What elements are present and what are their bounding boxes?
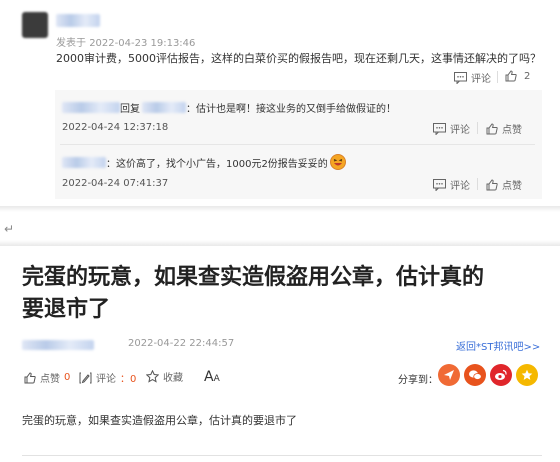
article-bottom-divider [22,455,542,456]
thumbs-up-icon [486,178,498,190]
action-divider [477,122,478,134]
comment-icon [454,71,467,84]
comment-icon [433,122,446,135]
reply-1-username[interactable] [62,102,120,113]
reply-2-like-label: 点赞 [502,181,522,192]
comment-username[interactable] [56,14,100,27]
reply-2-like-button[interactable]: 点赞 [486,177,522,192]
weibo-icon[interactable] [490,364,512,386]
section-divider [0,240,560,246]
article-title: 完蛋的玩意，如果查实造假盗用公章，估计真的 要退市了 [22,262,484,326]
zhuanfa-icon[interactable] [438,364,460,386]
reply-2-comment-button[interactable]: 评论 [433,177,470,192]
thumbs-up-icon [505,70,517,82]
reply-1-time: 2022-04-24 12:37:18 [62,122,169,133]
thumbs-up-icon [486,122,498,134]
comment-avatar[interactable] [22,12,48,38]
posted-label: 发表于 [56,38,86,49]
article-title-line-1: 完蛋的玩意，如果查实造假盗用公章，估计真的 [22,265,485,290]
reply-1-text-line: 回复 ：估计也是啊！接这业务的又倒手给做假证的！ [62,100,396,115]
article-like-button[interactable]: 点赞 0 [24,370,70,385]
action-divider [477,178,478,190]
qzone-icon[interactable] [516,364,538,386]
action-divider [497,71,498,83]
comment-text: 2000审计费，5000评估报告，这样的白菜价买的假报告吧，现在还剩几天，这事情… [56,52,541,65]
reply-2-text-line: ：这价高了，找个小广告，1000元2份报告妥妥的 [62,154,346,170]
star-icon [146,370,159,383]
article-like-label: 点赞 [40,374,60,385]
font-size-small: A [213,374,220,384]
laughing-emoji-icon [329,154,346,170]
comment-button[interactable]: 评论 [454,70,491,85]
article-body: 完蛋的玩意，如果查实造假盗用公章，估计真的要退市了 [22,414,297,427]
paragraph-mark: ↵ [4,222,15,236]
article-comment-label: 评论 [96,374,116,385]
article-comment-count: ：0 [120,374,137,385]
reply-1-comment-button[interactable]: 评论 [433,121,470,136]
reply-1-like-button[interactable]: 点赞 [486,121,522,136]
reply-2-comment-label: 评论 [450,181,470,192]
like-count: 2 [524,70,531,82]
reply-1-text: ：估计也是啊！接这业务的又倒手给做假证的！ [186,104,396,115]
edit-comment-icon [79,372,92,383]
reply-1-comment-label: 评论 [450,125,470,136]
section-divider [0,206,560,212]
posted-time: 2022-04-23 19:13:46 [89,38,196,49]
article-comment-button[interactable]: 评论 ：0 [79,370,136,385]
wechat-icon[interactable] [464,364,486,386]
reply-divider [60,144,535,145]
article-time: 2022-04-22 22:44:57 [128,338,235,349]
share-label: 分享到： [398,375,438,386]
article-like-count: 0 [64,372,71,383]
favorite-button[interactable]: 收藏 [146,369,183,384]
reply-1-like-label: 点赞 [502,125,522,136]
reply-2-text: ：这价高了，找个小广告，1000元2份报告妥妥的 [106,158,328,170]
thumbs-up-icon [24,371,36,383]
font-size-button[interactable]: AA [204,366,220,385]
comment-icon [433,178,446,191]
reply-2-time: 2022-04-24 07:41:37 [62,178,169,189]
favorite-label: 收藏 [163,373,183,384]
font-size-large: A [204,369,214,385]
back-to-forum-link[interactable]: 返回*ST邦讯吧>> [456,338,540,353]
reply-2-username[interactable] [62,156,106,168]
comment-meta: 发表于 2022-04-23 19:13:46 [56,34,195,49]
reply-word: 回复 [120,104,140,115]
comment-button-label: 评论 [471,74,491,85]
like-button[interactable]: 2 [505,70,530,82]
article-author[interactable] [22,340,94,350]
article-title-line-2: 要退市了 [22,297,111,322]
reply-1-target-user[interactable] [142,102,186,113]
